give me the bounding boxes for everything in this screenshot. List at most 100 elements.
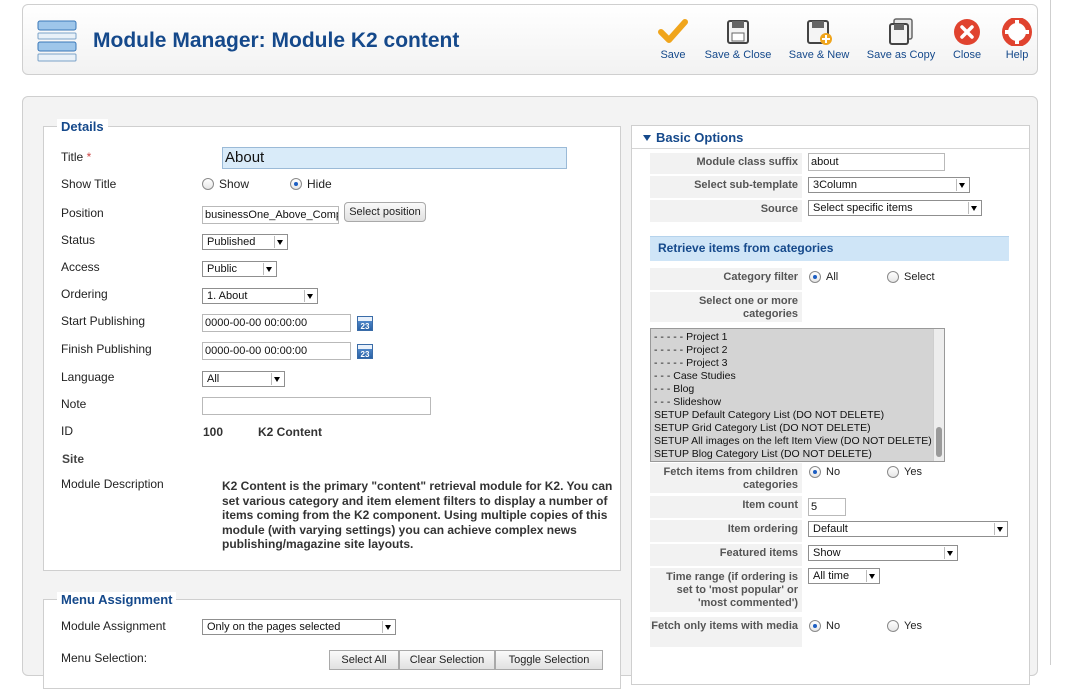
listbox-scrollbar[interactable] (933, 329, 944, 461)
access-select[interactable]: Public (202, 261, 277, 277)
fetch-children-label: Fetch items from children categories (650, 463, 802, 493)
finish-publishing-label: Finish Publishing (61, 342, 152, 356)
basic-options-title: Basic Options (656, 130, 744, 145)
save-new-icon (807, 20, 832, 45)
list-item[interactable]: - - - - - Project 1 (651, 331, 944, 344)
fetch-children-yes-text: Yes (904, 466, 922, 478)
list-item[interactable]: - - - Slideshow (651, 396, 944, 409)
finish-publishing-input[interactable]: 0000-00-00 00:00:00 (202, 342, 351, 360)
start-publishing-input[interactable]: 0000-00-00 00:00:00 (202, 314, 351, 332)
category-filter-label: Category filter (650, 268, 802, 290)
list-item[interactable]: - - - - - Project 3 (651, 357, 944, 370)
list-item[interactable]: SETUP Default Category List (DO NOT DELE… (651, 409, 944, 422)
item-count-label: Item count (650, 496, 802, 518)
chevron-down-icon (956, 179, 968, 191)
start-publishing-label: Start Publishing (61, 314, 146, 328)
class-suffix-input[interactable]: about (808, 153, 945, 171)
fetch-children-yes-radio[interactable] (887, 466, 899, 478)
title-input[interactable]: About (222, 147, 567, 169)
class-suffix-label: Module class suffix (650, 153, 802, 174)
category-filter-all-radio[interactable] (809, 271, 821, 283)
save-copy-icon (889, 18, 913, 45)
close-button[interactable]: Close (947, 18, 987, 70)
status-select[interactable]: Published (202, 234, 288, 250)
module-assignment-label: Module Assignment (61, 619, 166, 633)
show-title-show-text: Show (219, 177, 250, 191)
position-input[interactable]: businessOne_Above_Component (202, 206, 339, 224)
list-item[interactable]: - - - Blog (651, 383, 944, 396)
module-assignment-select[interactable]: Only on the pages selected (202, 619, 396, 635)
basic-options-header[interactable]: Basic Options (632, 126, 1029, 149)
subtemplate-label: Select sub-template (650, 176, 802, 198)
module-description-label: Module Description (61, 477, 164, 491)
chevron-down-icon (304, 290, 316, 302)
source-label: Source (650, 200, 802, 222)
list-item[interactable]: SETUP Blog Category List (DO NOT DELETE) (651, 448, 944, 461)
save-button[interactable]: Save (651, 18, 695, 70)
categories-listbox[interactable]: - - - - - Project 1 - - - - - Project 2 … (650, 328, 945, 462)
item-ordering-value: Default (813, 523, 848, 535)
clear-selection-button[interactable]: Clear Selection (399, 650, 495, 670)
media-only-yes-radio[interactable] (887, 620, 899, 632)
id-value: 100 (203, 425, 224, 439)
item-ordering-select[interactable]: Default (808, 521, 1008, 537)
calendar-icon[interactable]: 23 (357, 344, 373, 359)
show-title-show-radio[interactable] (202, 178, 214, 190)
select-all-button[interactable]: Select All (329, 650, 399, 670)
access-label: Access (61, 260, 100, 274)
subtemplate-select[interactable]: 3Column (808, 177, 970, 193)
page-edge-rule (1050, 0, 1051, 665)
item-ordering-label: Item ordering (650, 520, 802, 542)
status-label: Status (61, 233, 96, 247)
save-new-button[interactable]: Save & New (785, 18, 853, 70)
chevron-down-icon (263, 263, 275, 275)
language-select[interactable]: All (202, 371, 285, 387)
save-close-button[interactable]: Save & Close (701, 18, 775, 70)
close-icon (954, 19, 980, 45)
featured-items-select[interactable]: Show (808, 545, 958, 561)
chevron-down-icon (274, 236, 286, 248)
list-item[interactable]: SETUP All images on the left Item View (… (651, 435, 944, 448)
show-title-hide-radio[interactable] (290, 178, 302, 190)
save-copy-button[interactable]: Save as Copy (863, 18, 939, 70)
note-input[interactable] (202, 397, 431, 415)
time-range-select[interactable]: All time (808, 568, 880, 584)
fetch-children-no-text: No (826, 466, 841, 478)
ordering-value: 1. About (207, 290, 248, 302)
media-only-yes-text: Yes (904, 620, 922, 632)
menu-assignment-legend: Menu Assignment (57, 592, 177, 607)
status-value: Published (207, 236, 256, 248)
module-manager-icon (37, 20, 77, 62)
site-label: Site (62, 452, 85, 466)
retrieve-categories-heading: Retrieve items from categories (650, 236, 1009, 261)
help-lifebuoy-icon (1002, 18, 1032, 46)
list-item[interactable]: - - - Case Studies (651, 370, 944, 383)
chevron-down-icon (271, 373, 283, 385)
category-filter-all-text: All (826, 271, 839, 283)
show-title-label: Show Title (61, 177, 117, 191)
access-value: Public (207, 263, 237, 275)
details-fieldset: Details Title * About Show Title Show Hi… (43, 119, 621, 571)
chevron-down-icon (994, 523, 1006, 535)
details-legend: Details (57, 119, 108, 134)
ordering-select[interactable]: 1. About (202, 288, 318, 304)
item-count-input[interactable]: 5 (808, 498, 846, 516)
scrollbar-thumb[interactable] (936, 427, 942, 457)
basic-options-panel: Basic Options Module class suffix about … (631, 125, 1030, 685)
fetch-children-no-radio[interactable] (809, 466, 821, 478)
help-button[interactable]: Help (997, 18, 1037, 70)
list-item[interactable]: SETUP Grid Category List (DO NOT DELETE) (651, 422, 944, 435)
select-position-button[interactable]: Select position (344, 202, 426, 222)
subtemplate-value: 3Column (813, 179, 858, 191)
media-only-no-radio[interactable] (809, 620, 821, 632)
menu-assignment-fieldset: Menu Assignment Module Assignment Only o… (43, 592, 621, 689)
toolbar: Module Manager: Module K2 content Save S… (22, 4, 1038, 75)
toggle-selection-button[interactable]: Toggle Selection (495, 650, 603, 670)
media-only-no-text: No (826, 620, 841, 632)
featured-items-label: Featured items (650, 544, 802, 566)
list-item[interactable]: - - - - - Project 2 (651, 344, 944, 357)
source-select[interactable]: Select specific items (808, 200, 982, 216)
category-filter-select-radio[interactable] (887, 271, 899, 283)
calendar-icon[interactable]: 23 (357, 316, 373, 331)
language-label: Language (61, 370, 115, 384)
